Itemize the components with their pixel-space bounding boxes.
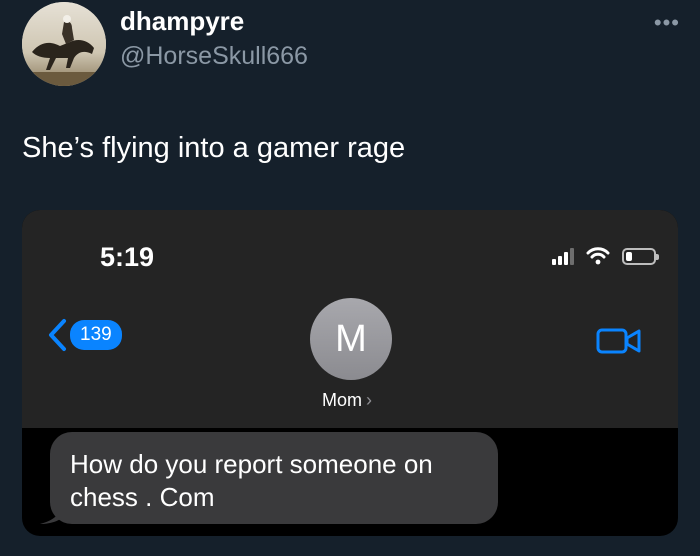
user-handle[interactable]: @HorseSkull666 xyxy=(120,42,308,71)
display-name[interactable]: dhampyre xyxy=(120,6,244,37)
avatar-image xyxy=(22,2,106,86)
contact-name[interactable]: Mom › xyxy=(322,390,372,411)
wifi-icon xyxy=(586,247,610,265)
more-icon[interactable]: ••• xyxy=(654,10,680,36)
tweet-text: She’s flying into a gamer rage xyxy=(22,132,406,164)
messages-header: 5:19 139 M Mom › xyxy=(22,210,678,428)
signal-icon xyxy=(552,247,574,265)
avatar[interactable] xyxy=(22,2,106,86)
status-bar-icons xyxy=(552,244,659,268)
battery-icon xyxy=(622,247,659,265)
tweet-media-screenshot[interactable]: 5:19 139 M Mom › How do you report someo… xyxy=(22,210,678,536)
contact-name-label: Mom xyxy=(322,390,362,410)
chevron-right-icon: › xyxy=(366,390,372,410)
contact-avatar[interactable]: M xyxy=(310,298,392,380)
status-time: 5:19 xyxy=(100,242,155,272)
back-button[interactable]: 139 xyxy=(46,318,122,352)
tweet: dhampyre @HorseSkull666 ••• She’s flying… xyxy=(0,0,700,556)
message-bubble[interactable]: How do you report someone on chess . Com xyxy=(50,432,498,524)
unread-count-badge: 139 xyxy=(70,320,122,350)
back-chevron-icon xyxy=(49,319,66,351)
video-call-icon[interactable] xyxy=(596,326,642,356)
